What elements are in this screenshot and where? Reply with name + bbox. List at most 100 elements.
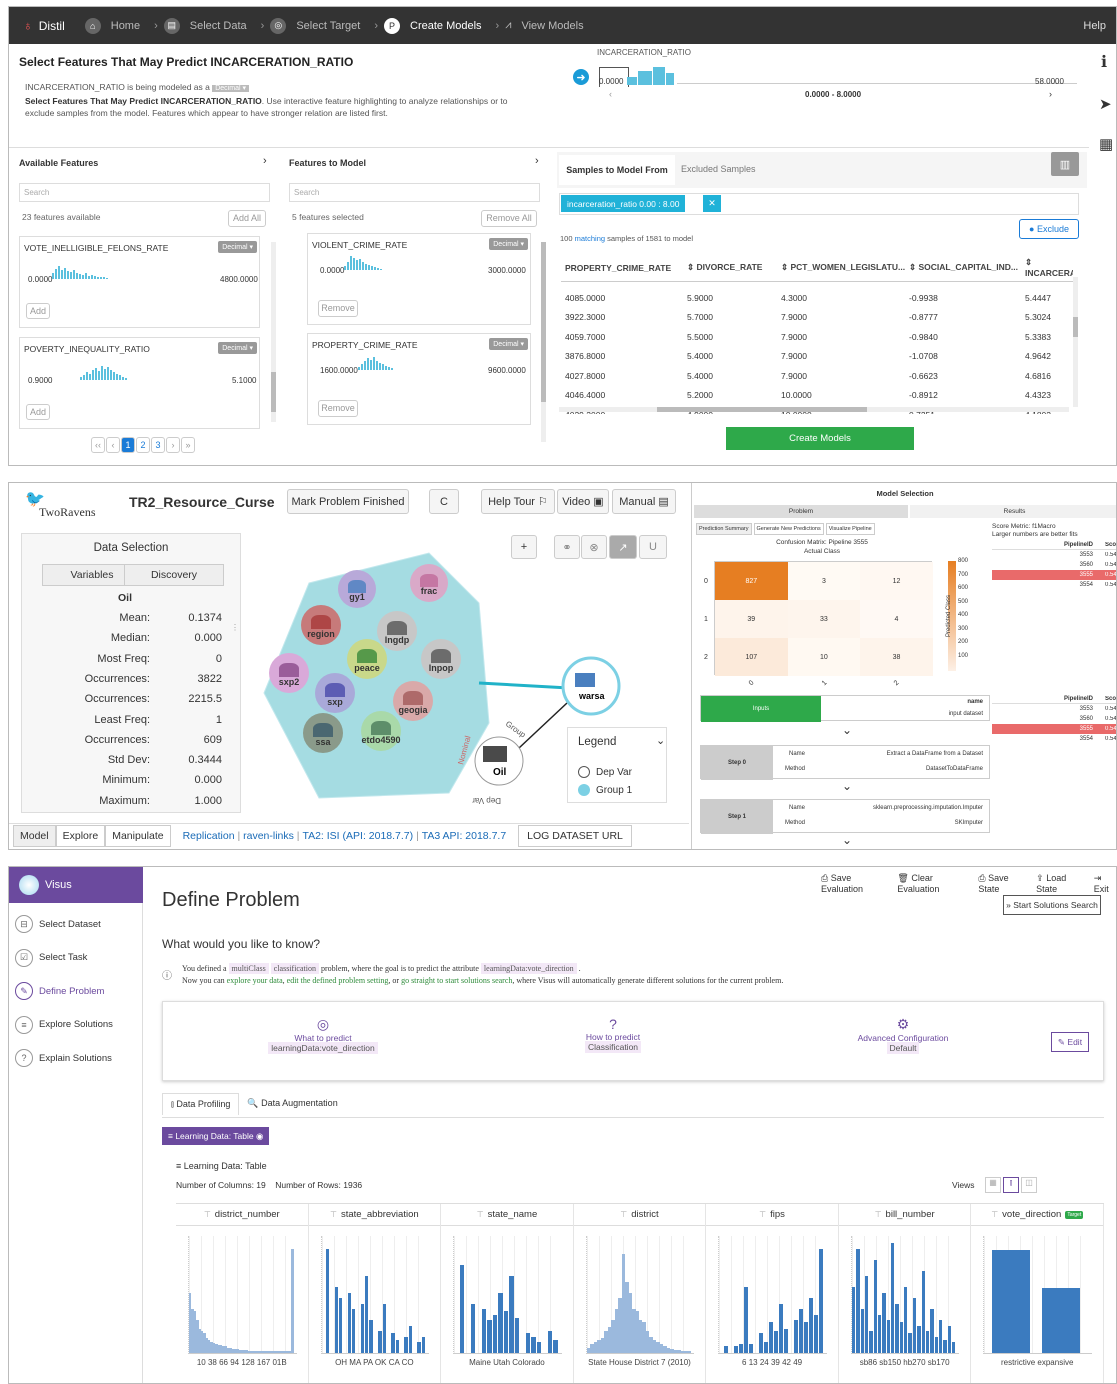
pipeline-row[interactable]: 35600.541 [992, 714, 1116, 724]
feature-histogram[interactable] [344, 254, 382, 270]
histogram-bar[interactable] [334, 1287, 338, 1353]
save-state-button[interactable]: ⎙ Save State [978, 873, 1026, 894]
page-1[interactable]: 1 [121, 437, 135, 453]
histogram-bar[interactable] [338, 1298, 343, 1353]
column-header[interactable]: PROPERTY_CRIME_RATE [561, 263, 687, 273]
model-scrollbar[interactable] [541, 242, 546, 442]
histogram-bar[interactable] [378, 1331, 382, 1353]
remove-filter-icon[interactable]: ✕ [703, 195, 721, 212]
grid-view-icon[interactable]: ▦ [985, 1177, 1001, 1193]
target-next[interactable]: › [1049, 89, 1052, 99]
video-button[interactable]: Video ▣ [557, 489, 609, 514]
column-header[interactable]: ⊤ vote_direction Target [971, 1204, 1103, 1226]
learning-data-button[interactable]: ≡ Learning Data: Table ◉ [162, 1127, 270, 1145]
histogram-bar[interactable] [930, 1309, 934, 1353]
histogram-bar[interactable] [860, 1309, 864, 1353]
subtab[interactable]: Visualize Pipeline [825, 523, 875, 535]
histogram-bar[interactable] [869, 1331, 873, 1353]
histogram-bar[interactable] [408, 1325, 413, 1353]
histogram-bar[interactable] [793, 1320, 798, 1353]
feature-histogram[interactable] [358, 356, 393, 370]
link-start[interactable]: go straight to start solutions search [401, 976, 512, 985]
table-scrollbar[interactable] [1073, 277, 1078, 407]
page-next[interactable]: › [166, 437, 180, 453]
histogram-bar[interactable] [943, 1339, 947, 1353]
step-select-task[interactable]: ☑ Select Task [15, 947, 87, 969]
link-explore[interactable]: explore your data [227, 976, 283, 985]
histogram-bar[interactable] [938, 1320, 943, 1353]
histogram-bar[interactable] [779, 1303, 783, 1353]
load-state-button[interactable]: ⇪ Load State [1036, 873, 1084, 894]
histogram-bar[interactable] [382, 1303, 386, 1353]
pipeline-row[interactable]: 35530.542 [992, 704, 1116, 714]
feature-type-dropdown[interactable]: Decimal ▾ [218, 241, 257, 253]
add-feature-button[interactable]: Add [26, 303, 50, 319]
histogram-bar[interactable] [492, 1314, 498, 1353]
histogram-bar[interactable] [525, 1333, 531, 1353]
histogram-bar[interactable] [421, 1336, 426, 1353]
histogram-bar[interactable] [352, 1309, 356, 1353]
legend-collapse-icon[interactable]: ⌄ [656, 734, 665, 747]
column-header[interactable]: ⇕ SOCIAL_CAPITAL_IND... [909, 262, 1025, 273]
histogram-bar[interactable] [481, 1309, 487, 1353]
nav-view-models[interactable]: ⩘ View Models [505, 19, 589, 32]
chart-bar[interactable] [1042, 1288, 1081, 1353]
log-dataset-button[interactable]: LOG DATASET URL [518, 824, 632, 847]
histogram-bar[interactable] [503, 1311, 509, 1353]
histogram-bar[interactable] [553, 1339, 558, 1353]
feature-histogram[interactable] [52, 265, 108, 279]
available-search-input[interactable]: Search [19, 183, 270, 202]
nav-help[interactable]: Help [1083, 20, 1106, 32]
histogram-bar[interactable] [873, 1259, 877, 1353]
node-lnpop[interactable]: lnpop [421, 639, 461, 679]
chart-view-icon[interactable]: ⫾ [1003, 1177, 1019, 1193]
page-first[interactable]: ‹‹ [91, 437, 105, 453]
refresh-icon[interactable]: C [429, 489, 459, 514]
histogram-bar[interactable] [813, 1314, 818, 1353]
type-dropdown[interactable]: Decimal ▾ [212, 85, 249, 92]
add-all-button[interactable]: Add All [228, 210, 266, 227]
histogram-bar[interactable] [769, 1322, 774, 1353]
page-last[interactable]: » [181, 437, 195, 453]
column-header[interactable]: ⊤ district_number [176, 1204, 308, 1226]
histogram-bar[interactable] [514, 1317, 520, 1353]
histogram-bar[interactable] [952, 1342, 956, 1353]
pipeline-row[interactable]: 35600.541 [992, 560, 1116, 570]
node-ssa[interactable]: ssa [303, 713, 343, 753]
histogram-bar[interactable] [891, 1243, 895, 1353]
magnet-icon[interactable]: U [639, 535, 667, 559]
step-1[interactable]: Step 1 Name Method sklearn.preprocessing… [700, 799, 990, 834]
inputs-step[interactable]: Inputs name input dataset [700, 695, 990, 722]
target-arrow-icon[interactable]: ➜ [573, 69, 589, 85]
histogram-bar[interactable] [347, 1292, 352, 1353]
target-histogram[interactable] [597, 57, 1077, 87]
histogram[interactable] [188, 1236, 297, 1354]
page-2[interactable]: 2 [136, 437, 150, 453]
tab-results[interactable]: Results [910, 505, 1116, 518]
histogram-bar[interactable] [404, 1336, 408, 1353]
histogram-bar[interactable] [803, 1322, 808, 1353]
step-explain-solutions[interactable]: ? Explain Solutions [15, 1047, 112, 1069]
table-row[interactable]: 4059.7000 5.5000 7.9000 -0.9840 5.3383 [561, 327, 1073, 347]
column-header[interactable]: ⊤ bill_number [838, 1204, 971, 1226]
histogram-bar[interactable] [536, 1342, 542, 1353]
table-row[interactable]: 4027.8000 5.4000 7.9000 -0.6623 4.6816 [561, 366, 1073, 386]
histogram[interactable] [718, 1236, 827, 1354]
remove-feature-button[interactable]: Remove [318, 300, 358, 317]
pin-icon[interactable]: ↗ [609, 535, 637, 559]
histogram-bar[interactable] [369, 1320, 373, 1353]
histogram-bar[interactable] [925, 1331, 930, 1353]
add-icon[interactable]: + [511, 535, 537, 559]
info-icon[interactable]: ℹ [1101, 52, 1107, 72]
histogram[interactable] [850, 1236, 960, 1354]
histogram-bar[interactable] [391, 1333, 395, 1353]
target-icon[interactable]: ⊗ [581, 535, 607, 559]
nav-select-target[interactable]: ◎ Select Target [270, 17, 366, 34]
histogram-bar[interactable] [808, 1298, 813, 1353]
edit-button[interactable]: ✎ Edit [1051, 1032, 1089, 1052]
page-3[interactable]: 3 [151, 437, 165, 453]
histogram-bar[interactable] [904, 1287, 908, 1353]
column-header[interactable]: ⇕ INCARCERA [1025, 257, 1073, 278]
remove-feature-button[interactable]: Remove [318, 400, 358, 417]
step-select-dataset[interactable]: ⊟ Select Dataset [15, 913, 101, 935]
